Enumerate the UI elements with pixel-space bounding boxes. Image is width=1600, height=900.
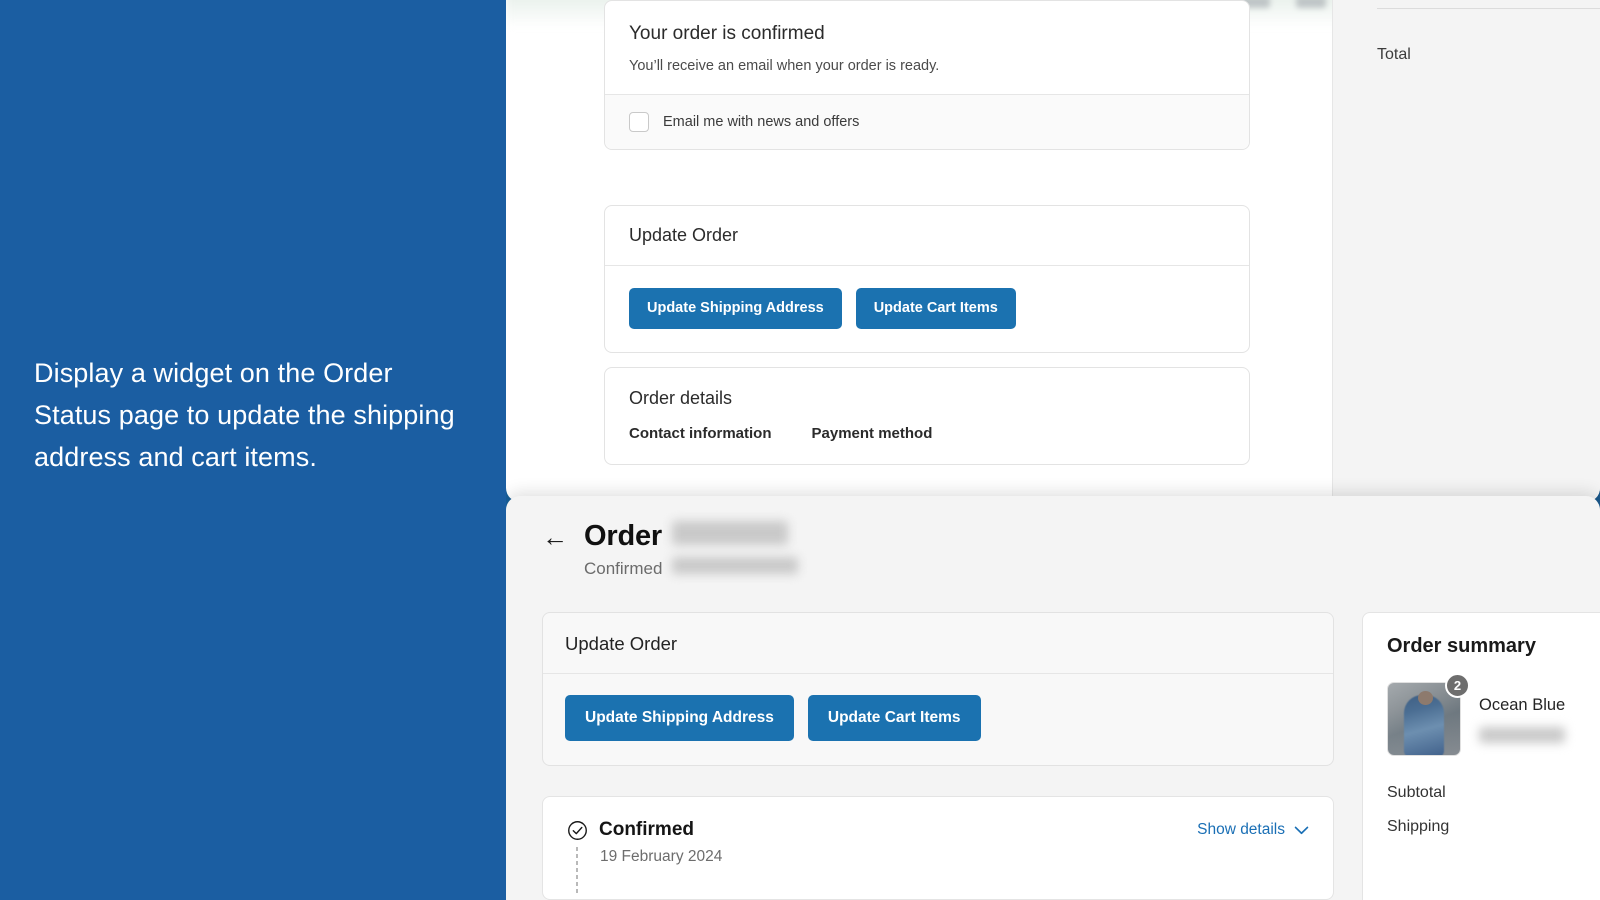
order-status-inner: Confirmed Show details 19 February 2024: [543, 797, 1333, 893]
timeline-connector: [576, 847, 578, 893]
top-update-cart-items-button[interactable]: Update Cart Items: [855, 288, 1016, 329]
order-summary-title: Order summary: [1387, 635, 1536, 657]
update-order-heading: Update Order: [565, 633, 678, 654]
product-name: Ocean Blue: [1479, 696, 1566, 714]
thumbnail-figure: [1418, 691, 1433, 705]
status-date: 19 February 2024: [600, 848, 723, 865]
order-status-header-row: Confirmed Show details: [567, 819, 1309, 841]
order-status-left: Confirmed: [567, 819, 694, 841]
contact-information-heading: Contact information: [629, 425, 772, 442]
screenshot-canvas: Total Your order is confirmed You’ll rec…: [0, 0, 1600, 900]
quantity-badge: 2: [1445, 673, 1470, 698]
promo-panel: Display a widget on the Order Status pag…: [0, 0, 506, 900]
summary-divider: [1377, 8, 1600, 9]
page-title: Order: [584, 520, 662, 552]
status-badge: Confirmed: [599, 819, 694, 840]
order-summary-lines: Subtotal Shipping: [1387, 784, 1600, 836]
order-status-row: Confirmed: [584, 557, 799, 579]
order-header: ← Order Confirmed: [542, 520, 799, 579]
email-optin-row[interactable]: Email me with news and offers: [605, 95, 1249, 149]
payment-method-heading: Payment method: [811, 425, 933, 442]
order-number-redacted: [671, 521, 788, 545]
top-order-details-card: Order details Contact information Paymen…: [604, 367, 1250, 465]
email-optin-label: Email me with news and offers: [663, 114, 860, 130]
email-optin-checkbox[interactable]: [629, 112, 649, 132]
order-confirmed-body: Your order is confirmed You’ll receive a…: [605, 1, 1249, 94]
blurred-nav-item: [1296, 0, 1326, 8]
check-circle-icon: [568, 820, 587, 840]
order-summary-line-item: 2 Ocean Blue: [1387, 673, 1600, 756]
update-order-actions: Update Shipping Address Update Cart Item…: [543, 674, 1333, 765]
top-order-summary-column: Total: [1332, 0, 1600, 502]
order-summary-card: Order summary 2 Ocean Blue Subtotal Ship…: [1362, 612, 1600, 900]
bottom-screenshot-order-detail: ← Order Confirmed Update Order Update Sh…: [506, 496, 1600, 900]
product-variant-redacted: [1479, 727, 1565, 743]
show-details-label: Show details: [1197, 821, 1285, 838]
summary-line-subtotal: Subtotal: [1387, 784, 1446, 801]
order-confirmed-subtitle: You’ll receive an email when your order …: [629, 58, 940, 74]
top-order-details-heading: Order details: [629, 388, 733, 408]
arrow-left-icon[interactable]: ←: [542, 520, 568, 554]
order-confirmed-title: Your order is confirmed: [629, 23, 825, 44]
update-shipping-address-button[interactable]: Update Shipping Address: [565, 695, 794, 741]
order-title-block: Order Confirmed: [584, 520, 799, 579]
update-cart-items-button[interactable]: Update Cart Items: [807, 695, 981, 741]
top-order-details-columns: Contact information Payment method: [605, 425, 1249, 464]
top-update-order-card: Update Order Update Shipping Address Upd…: [604, 205, 1250, 353]
summary-total-label: Total: [1377, 46, 1411, 63]
top-update-order-heading: Update Order: [629, 225, 739, 245]
top-update-shipping-address-button[interactable]: Update Shipping Address: [629, 288, 842, 329]
update-order-card: Update Order Update Shipping Address Upd…: [542, 612, 1334, 766]
summary-line-shipping: Shipping: [1387, 818, 1450, 835]
order-status-text: Confirmed: [584, 559, 663, 578]
chevron-down-icon: [1294, 826, 1309, 834]
order-date-redacted: [672, 557, 799, 574]
order-title-row: Order: [584, 520, 798, 553]
order-status-card: Confirmed Show details 19 February 2024: [542, 796, 1334, 900]
promo-text: Display a widget on the Order Status pag…: [34, 358, 455, 472]
show-details-button[interactable]: Show details: [1197, 821, 1309, 839]
product-thumbnail-wrap: 2: [1387, 673, 1470, 756]
top-screenshot-order-status: Total Your order is confirmed You’ll rec…: [506, 0, 1600, 502]
product-meta: Ocean Blue: [1479, 682, 1565, 743]
order-confirmed-card: Your order is confirmed You’ll receive a…: [604, 0, 1250, 150]
top-update-order-actions: Update Shipping Address Update Cart Item…: [605, 266, 1249, 352]
